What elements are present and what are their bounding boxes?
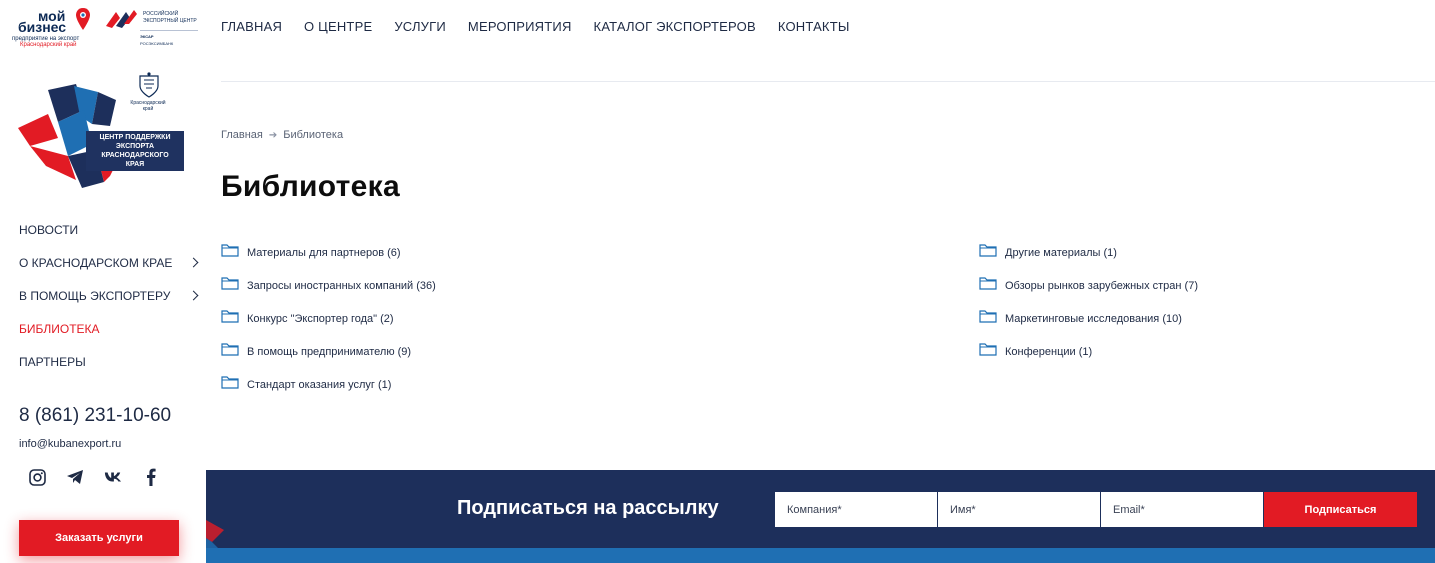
folder-icon (979, 343, 997, 356)
folder-item[interactable]: Обзоры рынков зарубежных стран (7) (979, 276, 1198, 309)
subscribe-banner: Подписаться на рассылку Подписаться (206, 470, 1435, 563)
logo-text: ЭКСАР (140, 34, 154, 39)
logo-text: Краснодарский край (20, 42, 77, 48)
contact-email[interactable]: info@kubanexport.ru (19, 438, 121, 450)
nav-services[interactable]: УСЛУГИ (394, 19, 446, 34)
folder-label: Конференции (1) (1005, 346, 1093, 358)
folder-list-right: Другие материалы (1) Обзоры рынков заруб… (979, 243, 1198, 375)
folder-label: Конкурс "Экспортер года" (2) (247, 313, 394, 325)
folder-icon (979, 244, 997, 257)
folder-item[interactable]: Маркетинговые исследования (10) (979, 309, 1198, 342)
logo-text: РОССИЙСКИЙ (143, 11, 179, 17)
center-caption: ЦЕНТР ПОДДЕРЖКИ ЭКСПОРТА КРАСНОДАРСКОГО … (86, 131, 184, 171)
instagram-icon[interactable] (28, 468, 46, 486)
folder-item[interactable]: Конкурс "Экспортер года" (2) (221, 309, 436, 342)
folder-label: Обзоры рынков зарубежных стран (7) (1005, 280, 1198, 292)
divider (140, 30, 198, 31)
nav-home[interactable]: ГЛАВНАЯ (221, 19, 282, 34)
arrow-right-icon: ➔ (268, 129, 278, 141)
subscribe-button[interactable]: Подписаться (1264, 492, 1417, 527)
folder-list-left: Материалы для партнеров (6) Запросы инос… (221, 243, 436, 408)
sidebar-item-label: О КРАСНОДАРСКОМ КРАЕ (19, 255, 173, 270)
moy-biznes-logo[interactable]: мой бизнес предприятие на экспорт Красно… (12, 8, 92, 50)
breadcrumb-home[interactable]: Главная (221, 129, 263, 141)
subscribe-title: Подписаться на рассылку (457, 497, 719, 519)
page-title: Библиотека (221, 170, 400, 203)
banner-decoration (206, 520, 224, 550)
rec-emblem-icon (106, 10, 137, 28)
telegram-icon[interactable] (66, 468, 84, 486)
chevron-right-icon[interactable] (188, 290, 199, 301)
folder-icon (979, 277, 997, 290)
nav-about[interactable]: О ЦЕНТРЕ (304, 19, 372, 34)
folder-icon (221, 376, 239, 389)
chevron-right-icon[interactable] (188, 257, 199, 268)
name-field[interactable] (938, 492, 1100, 527)
social-links (28, 468, 160, 486)
folder-item[interactable]: В помощь предпринимателю (9) (221, 342, 436, 375)
coat-of-arms-icon (139, 72, 159, 98)
folder-icon (221, 343, 239, 356)
folder-label: Стандарт оказания услуг (1) (247, 379, 392, 391)
folder-label: Материалы для партнеров (6) (247, 247, 401, 259)
breadcrumb-current: Библиотека (283, 129, 344, 141)
nav-events[interactable]: МЕРОПРИЯТИЯ (468, 19, 572, 34)
sidebar-menu: НОВОСТИ О КРАСНОДАРСКОМ КРАЕ В ПОМОЩЬ ЭК… (19, 213, 204, 378)
email-field[interactable] (1101, 492, 1263, 527)
folder-label: Другие материалы (1) (1005, 247, 1117, 259)
folder-item[interactable]: Другие материалы (1) (979, 243, 1198, 276)
contact-phone[interactable]: 8 (861) 231-10-60 (19, 405, 171, 427)
folder-icon (221, 310, 239, 323)
sidebar-item-label: ПАРТНЕРЫ (19, 354, 86, 369)
folder-item[interactable]: Материалы для партнеров (6) (221, 243, 436, 276)
folder-label: Маркетинговые исследования (10) (1005, 313, 1182, 325)
breadcrumb: Главная ➔ Библиотека (221, 129, 343, 141)
sidebar-item-library[interactable]: БИБЛИОТЕКА (19, 312, 204, 345)
company-field[interactable] (775, 492, 937, 527)
folder-icon (979, 310, 997, 323)
banner-stripe (206, 548, 1435, 563)
facebook-icon[interactable] (142, 468, 160, 486)
folder-label: В помощь предпринимателю (9) (247, 346, 412, 358)
order-services-button[interactable]: Заказать услуги (19, 520, 179, 556)
folder-item[interactable]: Конференции (1) (979, 342, 1198, 375)
header-divider (221, 81, 1435, 82)
logo-text: бизнес (18, 19, 67, 35)
nav-exporters-catalog[interactable]: КАТАЛОГ ЭКСПОРТЕРОВ (594, 19, 756, 34)
map-pin-icon (76, 8, 90, 30)
export-center-logo[interactable]: Краснодарский край ЦЕНТР ПОДДЕРЖКИ ЭКСПО… (18, 70, 188, 196)
folder-icon (221, 244, 239, 257)
sidebar-item-exporter-help[interactable]: В ПОМОЩЬ ЭКСПОРТЕРУ (19, 279, 204, 312)
vk-icon[interactable] (104, 468, 122, 486)
logo-text: РОСЭКСИМБАНК (140, 41, 174, 46)
sidebar-item-partners[interactable]: ПАРТНЕРЫ (19, 345, 204, 378)
sidebar-item-label: НОВОСТИ (19, 222, 79, 237)
folder-item[interactable]: Запросы иностранных компаний (36) (221, 276, 436, 309)
nav-contacts[interactable]: КОНТАКТЫ (778, 19, 850, 34)
rec-logo[interactable]: РОССИЙСКИЙ ЭКСПОРТНЫЙ ЦЕНТР ЭКСАР РОСЭКС… (104, 8, 198, 50)
logo-text: ЭКСПОРТНЫЙ ЦЕНТР (143, 18, 197, 24)
sidebar-item-label: БИБЛИОТЕКА (19, 321, 100, 336)
region-label: Краснодарский край (130, 100, 166, 112)
sidebar-item-news[interactable]: НОВОСТИ (19, 213, 204, 246)
folder-icon (221, 277, 239, 290)
folder-label: Запросы иностранных компаний (36) (247, 280, 436, 292)
main-nav: ГЛАВНАЯ О ЦЕНТРЕ УСЛУГИ МЕРОПРИЯТИЯ КАТА… (221, 19, 850, 34)
folder-item[interactable]: Стандарт оказания услуг (1) (221, 375, 436, 408)
sidebar-item-label: В ПОМОЩЬ ЭКСПОРТЕРУ (19, 288, 171, 303)
sidebar-item-about-region[interactable]: О КРАСНОДАРСКОМ КРАЕ (19, 246, 204, 279)
